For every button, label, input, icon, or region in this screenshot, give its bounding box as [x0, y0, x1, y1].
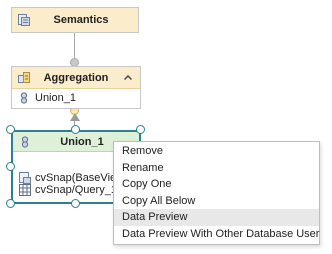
union-icon — [19, 135, 31, 148]
union-input-row[interactable]: cvSnap(BaseView — [19, 172, 124, 184]
menu-item-data-preview-other-user[interactable]: Data Preview With Other Database User — [114, 226, 319, 243]
semantics-icon — [18, 14, 30, 26]
resize-handle-top-left[interactable] — [6, 125, 15, 134]
semantics-node[interactable]: Semantics — [11, 7, 139, 33]
union-input-label: cvSnap/Query_1/ — [35, 184, 120, 196]
aggregation-node[interactable]: Aggregation Union_1 — [11, 66, 141, 109]
aggregation-icon — [18, 71, 30, 84]
menu-item-rename[interactable]: Rename — [114, 160, 319, 177]
aggregation-input-row[interactable]: Union_1 — [12, 89, 140, 107]
aggregation-node-header[interactable]: Aggregation — [12, 67, 140, 89]
model-canvas[interactable]: Semantics Aggregation Union_1 Union_1 cv… — [0, 0, 332, 254]
resize-handle-bottom-center[interactable] — [71, 199, 80, 208]
union-icon — [18, 92, 30, 104]
resize-handle-bottom-left[interactable] — [6, 199, 15, 208]
union-input-list: cvSnap(BaseView cvSnap/Query_1/ — [19, 172, 124, 196]
union-input-label: cvSnap(BaseView — [35, 172, 125, 184]
menu-item-copy-one[interactable]: Copy One — [114, 176, 319, 193]
resize-handle-top-center[interactable] — [71, 125, 80, 134]
union-input-row[interactable]: cvSnap/Query_1/ — [19, 184, 124, 196]
menu-item-remove[interactable]: Remove — [114, 143, 319, 160]
menu-item-data-preview[interactable]: Data Preview — [114, 209, 319, 226]
resize-handle-top-right[interactable] — [136, 125, 145, 134]
chevron-up-icon[interactable] — [122, 72, 134, 84]
connector-arrow-icon — [70, 113, 80, 121]
semantics-node-header[interactable]: Semantics — [12, 8, 138, 32]
aggregation-input-label: Union_1 — [35, 92, 76, 104]
table-icon — [19, 184, 31, 196]
view-icon — [19, 172, 31, 184]
menu-item-copy-all-below[interactable]: Copy All Below — [114, 193, 319, 210]
aggregation-node-title: Aggregation — [43, 71, 109, 84]
context-menu: Remove Rename Copy One Copy All Below Da… — [113, 141, 320, 245]
resize-handle-middle-left[interactable] — [6, 162, 15, 171]
semantics-node-title: Semantics — [53, 14, 109, 26]
